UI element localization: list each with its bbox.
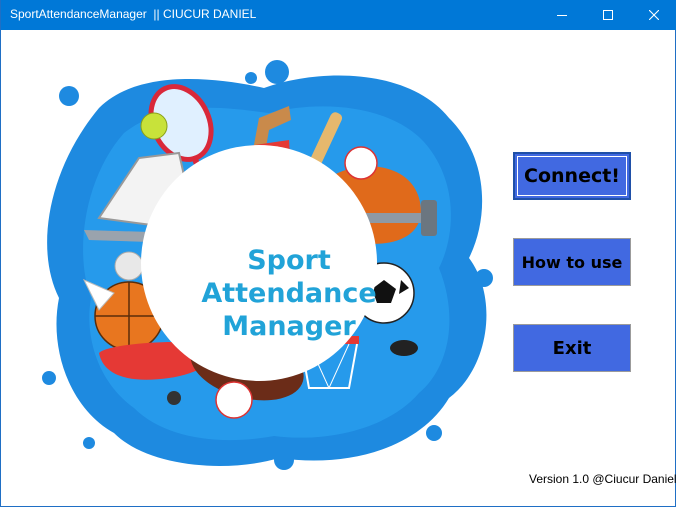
minimize-icon <box>557 15 567 16</box>
sport-logo-image: Sport Attendance Manager <box>29 48 499 478</box>
logo-line-sport: Sport <box>247 245 331 276</box>
app-window: SportAttendanceManager || CIUCUR DANIEL <box>0 0 676 507</box>
close-icon <box>649 10 659 20</box>
minimize-button[interactable] <box>539 0 585 30</box>
title-bar[interactable]: SportAttendanceManager || CIUCUR DANIEL <box>1 0 676 30</box>
how-to-use-button[interactable]: How to use <box>513 238 631 286</box>
logo-line-attendance: Attendance <box>201 278 377 309</box>
version-label: Version 1.0 @Ciucur Daniel <box>529 472 676 486</box>
logo-title: Sport Attendance Manager <box>179 244 399 343</box>
maximize-icon <box>603 10 613 20</box>
connect-button[interactable]: Connect! <box>513 152 631 200</box>
exit-button[interactable]: Exit <box>513 324 631 372</box>
close-button[interactable] <box>631 0 676 30</box>
maximize-button[interactable] <box>585 0 631 30</box>
window-title: SportAttendanceManager || CIUCUR DANIEL <box>10 7 257 21</box>
connect-button-label: Connect! <box>524 165 620 187</box>
logo-line-manager: Manager <box>222 311 356 342</box>
exit-button-label: Exit <box>552 337 592 359</box>
how-to-use-button-label: How to use <box>521 252 623 272</box>
